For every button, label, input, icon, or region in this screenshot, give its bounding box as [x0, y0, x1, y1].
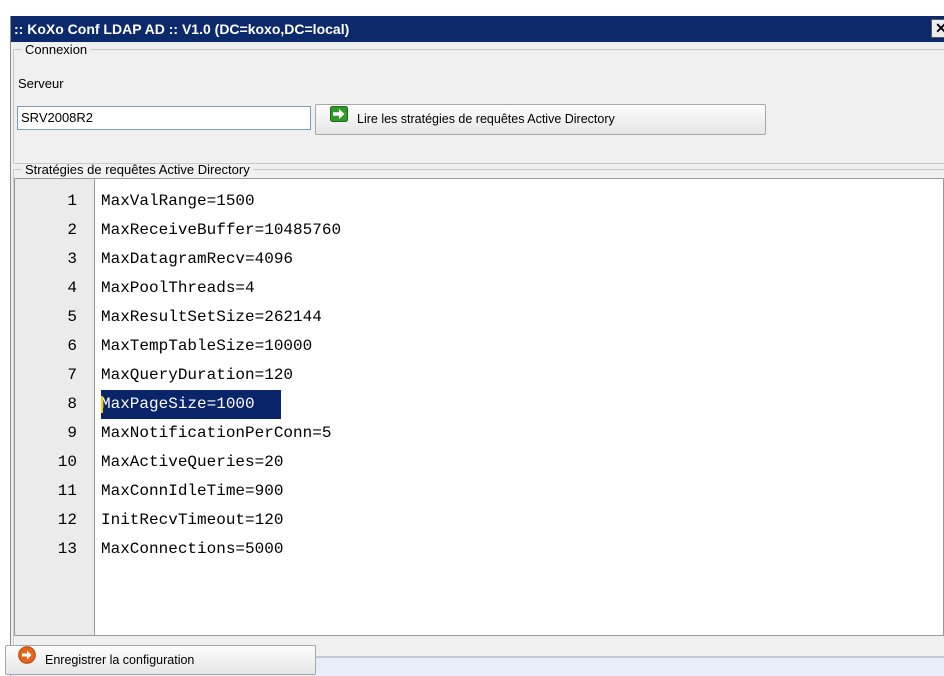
read-strategies-button[interactable]: Lire les stratégies de requêtes Active D…	[315, 104, 766, 135]
editor-line[interactable]: 13 MaxConnections=5000	[15, 535, 943, 564]
line-number: 8	[67, 395, 77, 413]
line-number: 11	[57, 482, 77, 500]
line-number: 4	[67, 279, 77, 297]
line-text[interactable]: MaxPageSize=1000	[101, 390, 281, 419]
line-number: 5	[67, 308, 77, 326]
editor-lines: 1 MaxValRange=1500 2 MaxReceiveBuffer=10485…	[15, 187, 943, 564]
line-text[interactable]: MaxPoolThreads=4	[101, 274, 255, 303]
save-configuration-label: Enregistrer la configuration	[45, 653, 195, 667]
strategies-editor[interactable]: 1 MaxValRange=1500 2 MaxReceiveBuffer=10485…	[14, 178, 944, 636]
line-text[interactable]: MaxConnections=5000	[101, 535, 283, 564]
line-number: 1	[67, 192, 77, 210]
line-text[interactable]: MaxNotificationPerConn=5	[101, 419, 331, 448]
save-configuration-button[interactable]: Enregistrer la configuration	[5, 645, 316, 675]
line-text[interactable]: MaxValRange=1500	[101, 187, 255, 216]
connexion-legend: Connexion	[25, 42, 88, 57]
editor-line[interactable]: 6 MaxTempTableSize=10000	[15, 332, 943, 361]
editor-line[interactable]: 10 MaxActiveQueries=20	[15, 448, 943, 477]
line-text[interactable]: MaxReceiveBuffer=10485760	[101, 216, 341, 245]
editor-line[interactable]: 2 MaxReceiveBuffer=10485760	[15, 216, 943, 245]
read-strategies-label: Lire les stratégies de requêtes Active D…	[357, 112, 615, 126]
server-input[interactable]: SRV2008R2	[17, 106, 311, 130]
line-number: 10	[57, 453, 77, 471]
server-label: Serveur	[18, 76, 64, 91]
line-text[interactable]: MaxResultSetSize=262144	[101, 303, 322, 332]
close-icon: ✕	[935, 20, 944, 36]
line-text[interactable]: MaxTempTableSize=10000	[101, 332, 312, 361]
line-number: 2	[67, 221, 77, 239]
green-arrow-right-icon	[330, 104, 348, 133]
line-number: 9	[67, 424, 77, 442]
strategies-legend: Stratégies de requêtes Active Directory	[25, 162, 250, 177]
line-number: 6	[67, 337, 77, 355]
line-text[interactable]: InitRecvTimeout=120	[101, 506, 283, 535]
line-number: 3	[67, 250, 77, 268]
editor-line[interactable]: 8 MaxPageSize=1000	[15, 390, 943, 419]
line-text[interactable]: MaxConnIdleTime=900	[101, 477, 283, 506]
connexion-group: Connexion	[13, 42, 944, 164]
line-number: 13	[57, 540, 77, 558]
editor-line[interactable]: 4 MaxPoolThreads=4	[15, 274, 943, 303]
line-text[interactable]: MaxQueryDuration=120	[101, 361, 293, 390]
editor-line[interactable]: 1 MaxValRange=1500	[15, 187, 943, 216]
close-button[interactable]: ✕	[931, 19, 944, 38]
editor-line[interactable]: 9 MaxNotificationPerConn=5	[15, 419, 943, 448]
title-bar[interactable]: :: KoXo Conf LDAP AD :: V1.0 (DC=koxo,DC…	[11, 16, 944, 42]
editor-line[interactable]: 3 MaxDatagramRecv=4096	[15, 245, 943, 274]
line-text[interactable]: MaxDatagramRecv=4096	[101, 245, 293, 274]
editor-line[interactable]: 12 InitRecvTimeout=120	[15, 506, 943, 535]
line-number: 12	[57, 511, 77, 529]
line-number: 7	[67, 366, 77, 384]
orange-arrow-circle-icon	[18, 645, 36, 674]
line-text[interactable]: MaxActiveQueries=20	[101, 448, 283, 477]
window-title: :: KoXo Conf LDAP AD :: V1.0 (DC=koxo,DC…	[14, 21, 350, 37]
editor-line[interactable]: 11 MaxConnIdleTime=900	[15, 477, 943, 506]
editor-line[interactable]: 5 MaxResultSetSize=262144	[15, 303, 943, 332]
editor-line[interactable]: 7 MaxQueryDuration=120	[15, 361, 943, 390]
